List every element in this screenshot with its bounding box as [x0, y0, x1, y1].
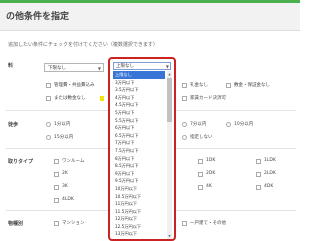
- dropdown-option[interactable]: 8.5万円以下: [113, 162, 165, 170]
- checkbox-2ldk[interactable]: [256, 172, 261, 177]
- radio-walk-7-label: 7分以内: [190, 122, 207, 127]
- checkbox-one-room[interactable]: [54, 159, 59, 164]
- checkbox-1ldk-label: 1LDK: [264, 158, 276, 163]
- checkbox-1ldk[interactable]: [256, 159, 261, 164]
- rent-max-dropdown[interactable]: 上限なし ▼ 上限なし 3万円以下 3.5万円以下 4万円以下 4.5万円以下 5万円以下…: [108, 57, 176, 241]
- chevron-down-icon: ▼: [97, 66, 101, 71]
- dropdown-option[interactable]: 3.5万円以下: [113, 86, 165, 94]
- checkbox-1dk[interactable]: [198, 159, 203, 164]
- radio-walk-1-label: 1分以内: [54, 122, 71, 127]
- chevron-down-icon: ▼: [165, 64, 169, 69]
- checkbox-management-fee[interactable]: [46, 83, 51, 88]
- rent-max-value: 上限なし: [116, 64, 134, 69]
- dropdown-option[interactable]: 7.5万円以下: [113, 147, 165, 155]
- dropdown-option[interactable]: 8万円以下: [113, 155, 165, 163]
- dropdown-option[interactable]: 10万円以下: [113, 185, 165, 193]
- checkbox-4dk[interactable]: [256, 185, 261, 190]
- checkbox-mansion-label: マンション: [62, 221, 85, 226]
- scroll-down-icon[interactable]: ▼: [167, 233, 172, 239]
- instruction-text: 追加したい条件にチェックを付けてください（複数選択できます）: [8, 42, 158, 48]
- dropdown-option[interactable]: 9万円以下: [113, 170, 165, 178]
- dropdown-option[interactable]: 12.5万円以下: [113, 223, 165, 231]
- dropdown-option[interactable]: 11万円以下: [113, 200, 165, 208]
- layout-label: 取りタイプ: [8, 159, 34, 165]
- checkbox-4k[interactable]: [198, 185, 203, 190]
- checkbox-house-other-label: 一戸建て・その他: [190, 221, 226, 226]
- checkbox-4ldk-label: 4LDK: [62, 197, 74, 202]
- checkbox-4ldk[interactable]: [54, 198, 59, 203]
- checkbox-3k-label: 3K: [62, 184, 68, 189]
- checkbox-one-room-label: ワンルーム: [62, 159, 85, 164]
- dropdown-option[interactable]: 10.5万円以下: [113, 193, 165, 201]
- checkbox-2dk-label: 2DK: [206, 171, 216, 176]
- dropdown-option[interactable]: 9.5万円以下: [113, 177, 165, 185]
- checkbox-no-key-money[interactable]: [182, 83, 187, 88]
- dropdown-option[interactable]: 3万円以下: [113, 79, 165, 87]
- scrollbar-thumb[interactable]: [167, 78, 172, 122]
- building-label: 物種別: [8, 221, 24, 227]
- checkbox-no-deposit-or-label: または敷金なし: [54, 96, 86, 101]
- rent-min-select[interactable]: 下限なし ▼: [44, 63, 104, 72]
- dropdown-option[interactable]: 13万円以下: [113, 230, 165, 238]
- checkbox-no-key-money-label: 礼金なし: [190, 83, 208, 88]
- walk-label: 徒歩: [8, 122, 19, 128]
- dropdown-option[interactable]: 6.5万円以下: [113, 132, 165, 140]
- checkbox-no-security-deposit-label: 敷金・保証金なし: [234, 83, 270, 88]
- rent-min-value: 下限なし: [48, 66, 66, 71]
- dropdown-option[interactable]: 6万円以下: [113, 124, 165, 132]
- checkbox-2ldk-label: 2LDK: [264, 171, 276, 176]
- checkbox-mansion[interactable]: [54, 221, 59, 226]
- radio-walk-10-label: 10分以内: [234, 122, 254, 127]
- checkbox-1dk-label: 1DK: [206, 158, 216, 163]
- dropdown-option[interactable]: 11.5万円以下: [113, 208, 165, 216]
- highlight-marker: [100, 96, 104, 101]
- radio-walk-10[interactable]: [226, 122, 231, 127]
- rent-max-select[interactable]: 上限なし ▼: [113, 62, 171, 70]
- radio-walk-15-label: 15分以内: [54, 135, 74, 140]
- checkbox-4dk-label: 4DK: [264, 184, 274, 189]
- checkbox-card-payment[interactable]: [182, 96, 187, 101]
- checkbox-no-security-deposit[interactable]: [226, 83, 231, 88]
- checkbox-management-fee-label: 管理費・共益費込み: [54, 83, 95, 88]
- checkbox-card-payment-label: 家賃カード決済可: [190, 96, 226, 101]
- radio-walk-any-label: 指定しない: [190, 135, 213, 140]
- dropdown-scrollbar[interactable]: ▲ ▼: [167, 71, 172, 239]
- checkbox-no-deposit-or[interactable]: [46, 96, 51, 101]
- checkbox-4k-label: 4K: [206, 184, 212, 189]
- checkbox-2k-label: 2K: [62, 171, 68, 176]
- section-title: の他条件を指定: [6, 12, 70, 22]
- radio-walk-7[interactable]: [182, 122, 187, 127]
- dropdown-option[interactable]: 上限なし: [113, 71, 165, 79]
- dropdown-option[interactable]: 5.5万円以下: [113, 117, 165, 125]
- checkbox-house-other[interactable]: [182, 221, 187, 226]
- dropdown-option[interactable]: 12万円以下: [113, 215, 165, 223]
- radio-walk-15[interactable]: [46, 135, 51, 140]
- section-header: の他条件を指定: [0, 3, 300, 31]
- radio-walk-any[interactable]: [182, 135, 187, 140]
- dropdown-option[interactable]: 7万円以下: [113, 139, 165, 147]
- checkbox-2k[interactable]: [54, 172, 59, 177]
- dropdown-option[interactable]: 4万円以下: [113, 94, 165, 102]
- scroll-up-icon[interactable]: ▲: [167, 71, 172, 77]
- rent-label: 料: [8, 63, 14, 69]
- checkbox-3k[interactable]: [54, 185, 59, 190]
- checkbox-2dk[interactable]: [198, 172, 203, 177]
- radio-walk-1[interactable]: [46, 122, 51, 127]
- dropdown-option[interactable]: 5万円以下: [113, 109, 165, 117]
- dropdown-option[interactable]: 4.5万円以下: [113, 101, 165, 109]
- rent-max-options: 上限なし 3万円以下 3.5万円以下 4万円以下 4.5万円以下 5万円以下 5.5万円以下…: [113, 71, 165, 238]
